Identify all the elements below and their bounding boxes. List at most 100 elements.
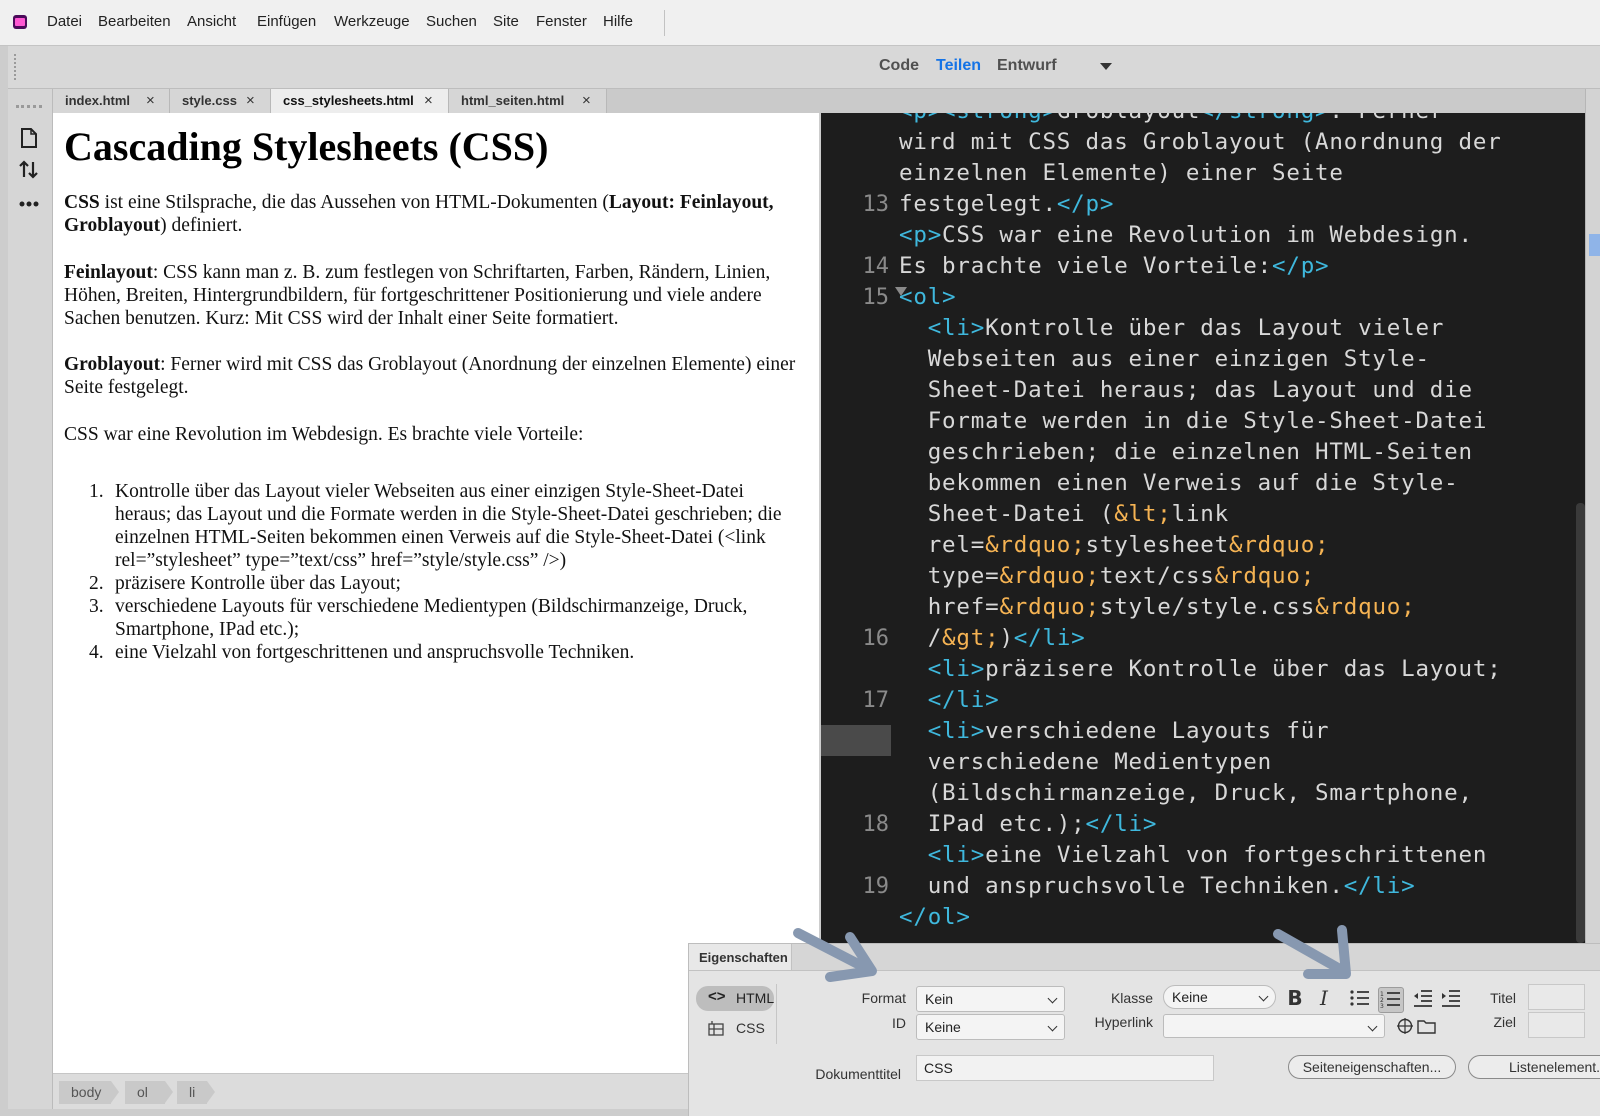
css-mode-button[interactable]: CSS bbox=[696, 1016, 774, 1041]
code-line[interactable]: <li>Kontrolle über das Layout vieler bbox=[899, 313, 1444, 344]
id-select[interactable]: Keine bbox=[916, 1014, 1065, 1040]
outdent-icon[interactable] bbox=[1412, 988, 1434, 1008]
code-line[interactable]: wird mit CSS das Groblayout (Anordnung d… bbox=[899, 127, 1502, 158]
code-line[interactable]: </li> bbox=[899, 685, 999, 716]
tab-css-stylesheets-html[interactable]: css_stylesheets.html × bbox=[271, 89, 449, 113]
view-split-button[interactable]: Teilen bbox=[936, 57, 981, 75]
target-select[interactable] bbox=[1528, 1012, 1585, 1038]
code-line[interactable]: IPad etc.);</li> bbox=[899, 809, 1157, 840]
tab-style-css[interactable]: style.css × bbox=[170, 89, 271, 113]
menu-einfuegen[interactable]: Einfügen bbox=[257, 13, 316, 30]
menu-werkzeuge[interactable]: Werkzeuge bbox=[334, 13, 410, 30]
code-line[interactable]: Webseiten aus einer einzigen Style- bbox=[899, 344, 1430, 375]
list-item[interactable]: 4. eine Vielzahl von fortgeschrittenen un… bbox=[89, 641, 805, 664]
code-tag: <li> bbox=[927, 718, 986, 744]
tag-crumb-body[interactable]: body bbox=[59, 1081, 119, 1104]
list-item[interactable]: 2. präzisere Kontrolle über das Layout; bbox=[89, 572, 805, 595]
code-line[interactable]: einzelnen Elemente) einer Seite bbox=[899, 158, 1344, 189]
code-view-pane[interactable]: 1213141516171819 <p><strong>Groblayout</… bbox=[821, 113, 1585, 943]
view-dropdown-caret-icon[interactable] bbox=[1100, 63, 1112, 70]
html-mode-button[interactable]: <> HTML bbox=[696, 986, 774, 1011]
ordered-list[interactable]: 1. Kontrolle über das Layout vieler Webse… bbox=[89, 480, 805, 664]
indent-icon[interactable] bbox=[1440, 988, 1462, 1008]
panel-scroll-thumb[interactable] bbox=[1589, 234, 1600, 256]
code-tag: </p> bbox=[1056, 191, 1115, 217]
code-line[interactable]: <ol> bbox=[899, 282, 956, 313]
code-line[interactable]: <li>verschiedene Layouts für bbox=[899, 716, 1329, 747]
toolbar-grip[interactable] bbox=[14, 54, 16, 80]
code-line[interactable]: <li>eine Vielzahl von fortgeschrittenen bbox=[899, 840, 1487, 871]
page-properties-button[interactable]: Seiteneigenschaften... bbox=[1288, 1055, 1456, 1079]
menu-ansicht[interactable]: Ansicht bbox=[187, 13, 236, 30]
view-code-button[interactable]: Code bbox=[879, 57, 919, 75]
menu-site[interactable]: Site bbox=[493, 13, 519, 30]
paragraph-feinlayout[interactable]: Feinlayout: CSS kann man z. B. zum festl… bbox=[64, 261, 804, 330]
menu-suchen[interactable]: Suchen bbox=[426, 13, 477, 30]
code-line[interactable]: und anspruchsvolle Techniken.</li> bbox=[899, 871, 1415, 902]
point-to-file-icon[interactable] bbox=[1396, 1017, 1414, 1035]
tab-close-icon[interactable]: × bbox=[146, 92, 155, 109]
list-item-button[interactable]: Listenelement... bbox=[1468, 1055, 1600, 1079]
menu-fenster[interactable]: Fenster bbox=[536, 13, 587, 30]
file-management-icon[interactable] bbox=[18, 127, 40, 149]
menu-bearbeiten[interactable]: Bearbeiten bbox=[98, 13, 171, 30]
code-line[interactable]: <p><strong>Groblayout</strong>: Ferner bbox=[899, 113, 1444, 127]
tab-close-icon[interactable]: × bbox=[582, 92, 591, 109]
properties-tab[interactable]: Eigenschaften bbox=[689, 944, 792, 971]
tab-html-seiten-html[interactable]: html_seiten.html × bbox=[449, 89, 607, 113]
code-text: und anspruchsvolle Techniken. bbox=[899, 873, 1344, 899]
code-line[interactable]: href=&rdquo;style/style.css&rdquo; bbox=[899, 592, 1416, 623]
code-line[interactable]: Sheet-Datei heraus; das Layout und die bbox=[899, 375, 1473, 406]
list-number: 4. bbox=[89, 642, 104, 663]
title-input[interactable] bbox=[1528, 984, 1585, 1010]
strip-grip[interactable] bbox=[16, 105, 42, 108]
code-line[interactable]: Es brachte viele Vorteile:</p> bbox=[899, 251, 1329, 282]
code-text: geschrieben; die einzelnen HTML-Seiten bbox=[899, 439, 1473, 465]
browse-folder-icon[interactable] bbox=[1417, 1018, 1437, 1034]
code-line[interactable]: geschrieben; die einzelnen HTML-Seiten bbox=[899, 437, 1473, 468]
code-line[interactable]: Sheet-Datei (&lt;link bbox=[899, 499, 1229, 530]
sync-transfer-icon[interactable] bbox=[18, 159, 42, 181]
view-design-button[interactable]: Entwurf bbox=[997, 57, 1057, 75]
italic-button[interactable]: I bbox=[1313, 986, 1335, 1010]
bold-button[interactable]: B bbox=[1284, 986, 1306, 1010]
code-line[interactable]: rel=&rdquo;stylesheet&rdquo; bbox=[899, 530, 1329, 561]
live-view-pane[interactable]: Cascading Stylesheets (CSS) CSS ist eine… bbox=[53, 113, 819, 1073]
tag-crumb-li[interactable]: li bbox=[177, 1081, 215, 1104]
paragraph-revolution[interactable]: CSS war eine Revolution im Webdesign. Es… bbox=[64, 423, 804, 446]
code-line[interactable]: verschiedene Medientypen bbox=[899, 747, 1272, 778]
line-number: 17 bbox=[862, 688, 890, 713]
menu-hilfe[interactable]: Hilfe bbox=[603, 13, 633, 30]
code-scrollbar[interactable] bbox=[1576, 503, 1585, 943]
list-item[interactable]: 1. Kontrolle über das Layout vieler Webse… bbox=[89, 480, 805, 572]
tag-crumb-ol[interactable]: ol bbox=[125, 1081, 173, 1104]
code-line[interactable]: <li>präzisere Kontrolle über das Layout; bbox=[899, 654, 1502, 685]
code-line[interactable]: /&gt;)</li> bbox=[899, 623, 1086, 654]
tab-close-icon[interactable]: × bbox=[424, 92, 433, 109]
class-select[interactable]: Keine bbox=[1163, 985, 1276, 1009]
hyperlink-input[interactable] bbox=[1163, 1014, 1385, 1038]
list-item[interactable]: 3. verschiedene Layouts für verschiedene … bbox=[89, 595, 805, 641]
code-line[interactable]: </ol> bbox=[899, 902, 971, 933]
more-options-icon[interactable] bbox=[18, 199, 42, 209]
code-line[interactable]: (Bildschirmanzeige, Druck, Smartphone, bbox=[899, 778, 1473, 809]
code-text: Sheet-Datei ( bbox=[899, 501, 1115, 527]
code-line[interactable]: <p>CSS war eine Revolution im Webdesign. bbox=[899, 220, 1473, 251]
code-line[interactable]: type=&rdquo;text/css&rdquo; bbox=[899, 561, 1315, 592]
unordered-list-icon[interactable] bbox=[1349, 988, 1371, 1008]
paragraph-intro[interactable]: CSS ist eine Stilsprache, die das Ausseh… bbox=[64, 191, 804, 237]
menu-datei[interactable]: Datei bbox=[47, 13, 82, 30]
paragraph-groblayout[interactable]: Groblayout: Ferner wird mit CSS das Grob… bbox=[64, 353, 804, 399]
code-line[interactable]: Formate werden in die Style-Sheet-Datei bbox=[899, 406, 1487, 437]
document-heading[interactable]: Cascading Stylesheets (CSS) bbox=[64, 123, 548, 170]
tab-index-html[interactable]: index.html × bbox=[53, 89, 170, 113]
tab-close-icon[interactable]: × bbox=[246, 92, 255, 109]
document-title-input[interactable]: CSS bbox=[916, 1055, 1214, 1081]
code-line[interactable]: bekommen einen Verweis auf die Style- bbox=[899, 468, 1459, 499]
format-select[interactable]: Kein bbox=[916, 986, 1065, 1012]
code-line[interactable]: festgelegt.</p> bbox=[899, 189, 1114, 220]
code-tag: </li> bbox=[1343, 873, 1416, 899]
line-number: 18 bbox=[862, 812, 890, 837]
